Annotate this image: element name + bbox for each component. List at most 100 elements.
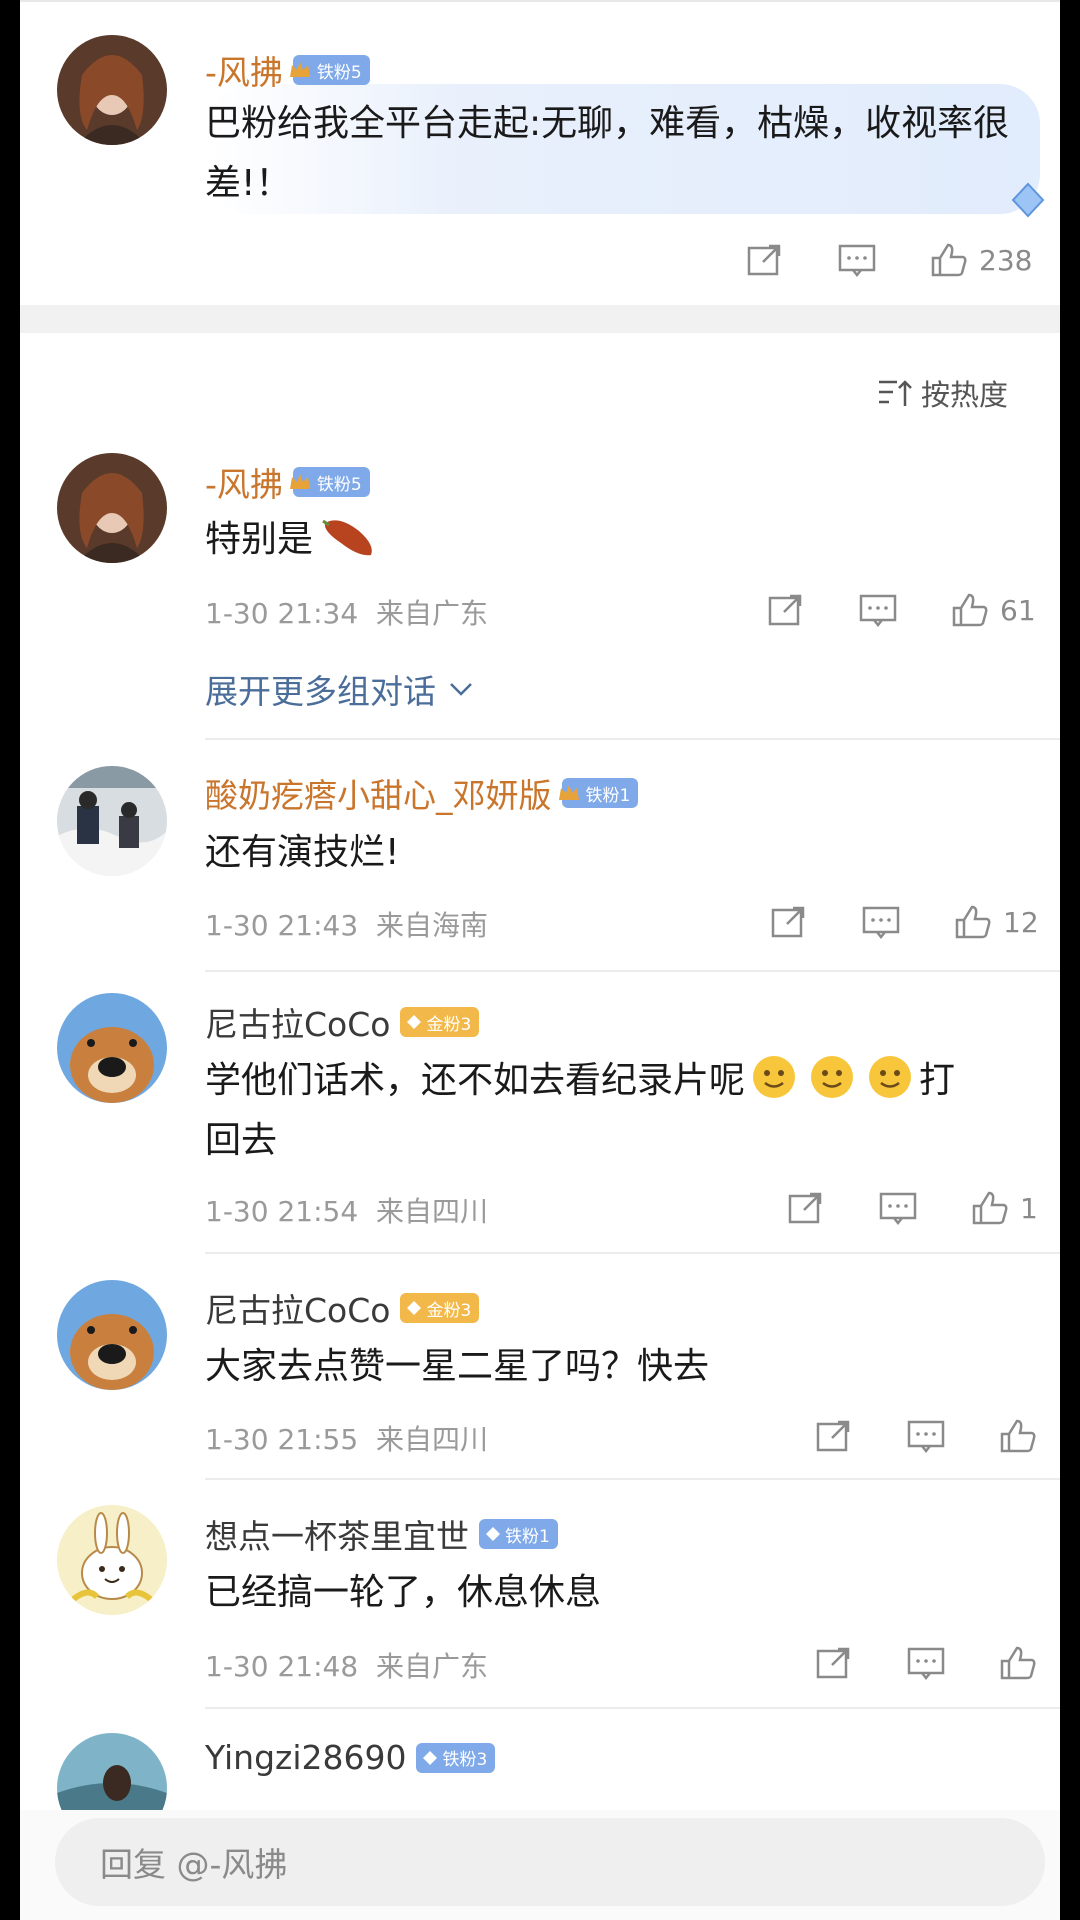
like-icon[interactable] [929,242,969,278]
like-count: 238 [979,243,1033,277]
comment-author[interactable]: -风拂 铁粉5 [205,458,370,506]
share-icon[interactable] [769,904,809,940]
comment-location: 来自四川 [375,1423,488,1456]
badge-label: 金粉3 [426,1300,472,1321]
share-icon[interactable] [814,1645,854,1681]
reply-input[interactable]: 回复 @-风拂 [55,1818,1045,1906]
row-divider [205,970,1060,972]
gem-icon [407,1015,422,1029]
comment-icon[interactable] [858,592,898,628]
badge-label: 铁粉1 [585,785,631,806]
like-icon[interactable] [998,1418,1038,1454]
smile-emoji-icon [867,1054,913,1100]
comment-actions [814,1418,1038,1454]
row-divider [205,1707,1060,1709]
comment-icon[interactable] [906,1645,946,1681]
sort-label: 按热度 [921,378,1009,412]
like-count: 12 [1003,905,1039,939]
fan-badge: 铁粉1 [479,1519,558,1549]
like-icon[interactable] [953,904,993,940]
comment-author[interactable]: 酸奶疙瘩小甜心_邓妍版 铁粉1 [205,769,639,817]
sort-toggle[interactable]: 按热度 [877,372,1008,414]
smile-emoji-icon [809,1054,855,1100]
comment-text-tail: 打 [919,1060,956,1101]
comment-text: 还有演技烂! [205,832,400,873]
row-divider [205,1252,1060,1254]
username[interactable]: 想点一杯茶里宜世 [205,1510,469,1558]
avatar[interactable] [57,1505,167,1615]
comment-time: 1-30 21:34 [205,597,359,630]
badge-label: 铁粉1 [505,1526,550,1547]
comment-location: 来自广东 [375,1650,488,1683]
comment-icon[interactable] [861,904,901,940]
comment-meta: 1-30 21:54 来自四川 [205,1190,488,1230]
avatar[interactable] [57,35,167,145]
username[interactable]: 尼古拉CoCo [205,1284,390,1332]
like-count: 1 [1020,1191,1038,1225]
comment-author[interactable]: 尼古拉CoCo 金粉3 [205,998,480,1046]
crown-icon [558,785,579,800]
badge-label: 铁粉3 [442,1750,488,1770]
comment-author[interactable]: 想点一杯茶里宜世 铁粉1 [205,1510,558,1558]
avatar[interactable] [57,993,167,1103]
username[interactable]: 酸奶疙瘩小甜心_邓妍版 [205,769,552,817]
comment-actions: 12 [769,904,1039,940]
gem-icon [423,1750,438,1765]
avatar[interactable] [57,1280,167,1390]
reply-bar: 回复 @-风拂 [20,1810,1060,1920]
section-divider [20,305,1060,333]
username[interactable]: -风拂 [205,458,283,506]
fan-badge: 金粉3 [400,1007,480,1037]
comment-location: 来自广东 [375,597,488,630]
expand-conversation-link[interactable]: 展开更多组对话 [205,665,474,713]
comment-actions: 238 [745,242,1032,278]
comment-screen: -风拂 铁粉5 巴粉给我全平台走起:无聊，难看，枯燥，收视率很差!！ 238 按… [20,0,1060,1920]
fan-badge: 铁粉5 [289,467,370,497]
comment-actions [814,1645,1038,1681]
gem-icon [407,1301,422,1315]
share-icon[interactable] [786,1190,826,1226]
row-divider [205,738,1060,740]
username[interactable]: -风拂 [205,46,283,94]
like-count: 61 [1000,593,1036,627]
top-comment: -风拂 铁粉5 巴粉给我全平台走起:无聊，难看，枯燥，收视率很差!！ 238 [20,0,1060,307]
fan-badge: 铁粉1 [558,778,639,808]
avatar[interactable] [57,766,167,876]
username[interactable]: Yingzi28690 [205,1738,406,1777]
share-icon[interactable] [814,1418,854,1454]
avatar[interactable] [57,453,167,563]
chevron-down-icon [450,683,472,696]
comment-location: 来自四川 [375,1195,488,1228]
comment-location: 来自海南 [375,909,488,942]
comment-text-line2: 回去 [205,1120,278,1161]
like-icon[interactable] [950,592,990,628]
comment-author[interactable]: -风拂 铁粉5 [205,46,370,94]
comment-time: 1-30 21:43 [205,909,359,942]
comment-author[interactable]: 尼古拉CoCo 金粉3 [205,1284,480,1332]
expand-label: 展开更多组对话 [205,672,436,711]
comment-icon[interactable] [878,1190,918,1226]
comment-text-body: 学他们话术，还不如去看纪录片呢 [205,1060,746,1101]
badge-label: 金粉3 [426,1014,472,1035]
share-icon[interactable] [745,242,785,278]
comment-text: 特别是 [205,510,385,570]
comment-text-body: 特别是 [205,519,314,560]
like-icon[interactable] [970,1190,1010,1226]
comment-time: 1-30 21:54 [205,1195,359,1228]
comment-icon[interactable] [906,1418,946,1454]
comment-text: 巴粉给我全平台走起:无聊，难看，枯燥，收视率很差!！ [205,103,1010,204]
fan-badge: 铁粉5 [289,55,370,85]
like-icon[interactable] [998,1645,1038,1681]
row-divider [205,1478,1060,1480]
username[interactable]: 尼古拉CoCo [205,998,390,1046]
comment-author[interactable]: Yingzi28690 铁粉3 [205,1738,496,1777]
comment-icon[interactable] [837,242,877,278]
fan-badge: 金粉3 [400,1293,480,1323]
comment-text: 已经搞一轮了，休息休息 [205,1572,602,1613]
crown-icon [289,62,310,77]
comment-text: 学他们话术，还不如去看纪录片呢 打回去 [205,1051,1045,1171]
comment-actions: 61 [766,592,1036,628]
share-icon[interactable] [766,592,806,628]
comment-actions: 1 [786,1190,1040,1226]
badge-label: 铁粉5 [316,474,362,495]
